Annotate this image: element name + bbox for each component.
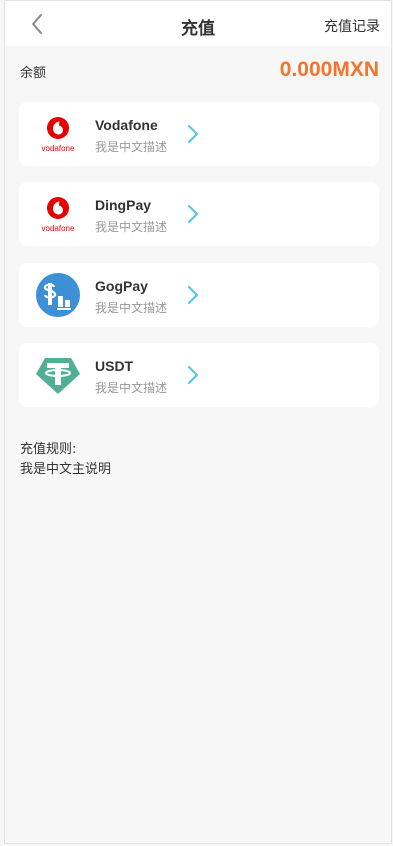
chevron-right-icon (187, 285, 199, 305)
chevron-right-icon (187, 124, 199, 144)
balance-label: 余额 (20, 66, 47, 81)
payment-name: USDT (95, 358, 134, 374)
payment-name: DingPay (95, 197, 152, 213)
top-bar: 充值 充值记录 (5, 1, 391, 46)
payment-option-gogpay[interactable]: GogPay 我是中文描述 (19, 263, 379, 327)
payment-option-vodafone[interactable]: vodafone Vodafone 我是中文描述 (19, 102, 379, 166)
payment-option-dingpay[interactable]: vodafone DingPay 我是中文描述 (19, 182, 379, 246)
vodafone-logo-icon: vodafone (35, 111, 81, 157)
payment-option-usdt[interactable]: USDT 我是中文描述 (19, 343, 379, 407)
balance-value: 0.000MXN (279, 58, 379, 81)
chevron-right-icon (187, 365, 199, 385)
chevron-right-icon (187, 204, 199, 224)
recharge-record-link[interactable]: 充值记录 (324, 16, 380, 36)
svg-text:vodafone: vodafone (42, 224, 75, 233)
tether-logo-icon (35, 352, 81, 398)
rules-text: 我是中文主说明 (20, 462, 112, 477)
svg-text:vodafone: vodafone (42, 144, 75, 153)
payment-description: 我是中文描述 (95, 220, 168, 234)
payment-description: 我是中文描述 (95, 140, 168, 154)
rules-title: 充值规则: (20, 442, 77, 457)
payment-description: 我是中文描述 (95, 301, 168, 315)
gogpay-logo-icon (35, 272, 81, 318)
vodafone-logo-icon: vodafone (35, 191, 81, 237)
payment-name: Vodafone (95, 117, 158, 133)
payment-name: GogPay (95, 278, 148, 294)
payment-description: 我是中文描述 (95, 381, 168, 395)
